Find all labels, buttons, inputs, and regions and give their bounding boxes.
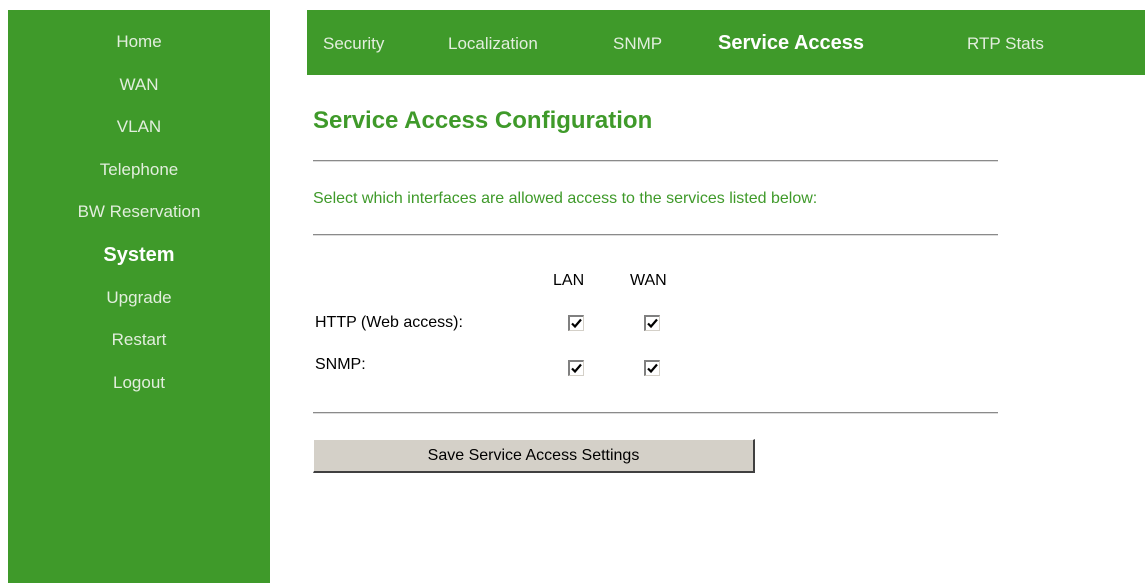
sidebar-item-bw-reservation[interactable]: BW Reservation <box>8 200 270 243</box>
main-content: Service Access Configuration Select whic… <box>307 75 1145 583</box>
tab-snmp[interactable]: SNMP <box>613 30 662 58</box>
save-service-access-button[interactable]: Save Service Access Settings <box>313 439 755 473</box>
sidebar-item-upgrade[interactable]: Upgrade <box>8 286 270 329</box>
sidebar-item-telephone[interactable]: Telephone <box>8 158 270 201</box>
divider <box>313 160 998 162</box>
sidebar-item-system[interactable]: System <box>8 243 270 286</box>
sidebar-item-logout[interactable]: Logout <box>8 371 270 414</box>
checkmark-icon <box>571 318 582 329</box>
instructions-text: Select which interfaces are allowed acce… <box>313 190 818 207</box>
page: Home WAN VLAN Telephone BW Reservation S… <box>0 0 1145 583</box>
snmp-wan-checkbox[interactable] <box>644 360 660 376</box>
tab-localization[interactable]: Localization <box>448 30 538 58</box>
tab-service-access[interactable]: Service Access <box>718 29 864 57</box>
sidebar-menu: Home WAN VLAN Telephone BW Reservation S… <box>8 30 270 413</box>
tab-rtp-stats[interactable]: RTP Stats <box>967 30 1044 58</box>
checkmark-icon <box>647 318 658 329</box>
divider <box>313 412 998 414</box>
sidebar-item-restart[interactable]: Restart <box>8 328 270 371</box>
tab-security[interactable]: Security <box>323 30 384 58</box>
checkmark-icon <box>647 363 658 374</box>
page-title: Service Access Configuration <box>313 107 653 134</box>
row-label-snmp: SNMP: <box>315 356 366 373</box>
row-label-http: HTTP (Web access): <box>315 314 463 331</box>
checkmark-icon <box>571 363 582 374</box>
sidebar: Home WAN VLAN Telephone BW Reservation S… <box>8 10 270 583</box>
column-header-lan: LAN <box>553 272 585 289</box>
sidebar-item-home[interactable]: Home <box>8 30 270 73</box>
http-lan-checkbox[interactable] <box>568 315 584 331</box>
top-nav: Security Localization SNMP Service Acces… <box>307 10 1145 75</box>
sidebar-item-vlan[interactable]: VLAN <box>8 115 270 158</box>
http-wan-checkbox[interactable] <box>644 315 660 331</box>
column-header-wan: WAN <box>630 272 667 289</box>
snmp-lan-checkbox[interactable] <box>568 360 584 376</box>
sidebar-item-wan[interactable]: WAN <box>8 73 270 116</box>
divider <box>313 234 998 236</box>
